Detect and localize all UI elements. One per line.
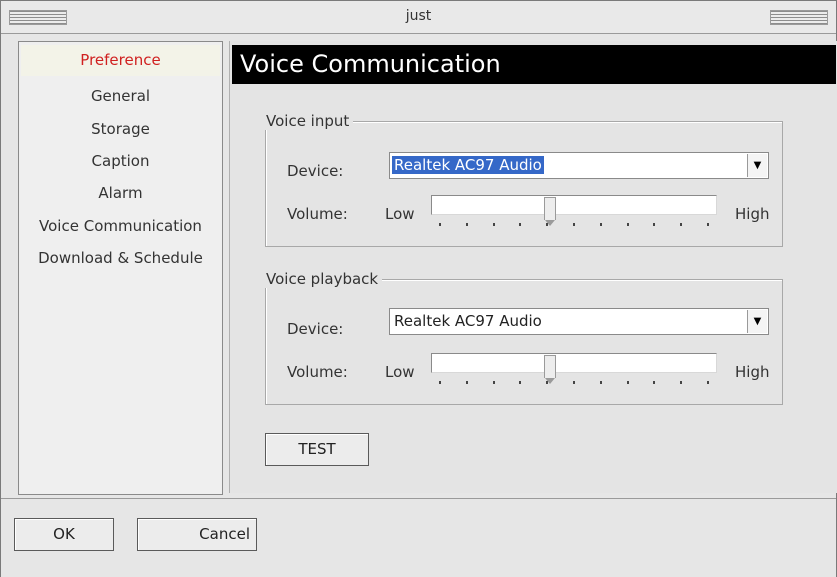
page-title: Voice Communication [232,45,836,84]
slider-thumb[interactable] [543,197,556,226]
slider-tick [519,381,522,384]
cancel-button[interactable]: Cancel [137,518,257,551]
sidebar-item-general[interactable]: General [19,87,222,105]
slider-tick [653,223,656,226]
voice-input-volume-high-label: High [735,205,770,223]
slider-tick [492,223,495,226]
slider-tick [626,381,629,384]
sidebar-item-caption[interactable]: Caption [19,152,222,170]
slider-tick [653,381,656,384]
voice-input-volume-low-label: Low [385,205,415,223]
voice-input-device-select[interactable]: Realtek AC97 Audio ▼ [389,152,769,179]
window-title: just [405,8,432,24]
sidebar-item-voice-communication[interactable]: Voice Communication [19,217,222,235]
voice-input-group: Voice input Device: Realtek AC97 Audio ▼… [265,112,783,247]
voice-input-volume-slider[interactable] [431,195,717,233]
title-bar[interactable]: just [1,1,836,34]
voice-input-device-value: Realtek AC97 Audio [392,156,544,174]
voice-playback-volume-label: Volume: [287,363,348,381]
slider-tick [465,381,468,384]
voice-playback-group: Voice playback Device: Realtek AC97 Audi… [265,270,783,405]
slider-track[interactable] [431,353,717,373]
slider-tick [439,381,441,384]
slider-tick [546,223,549,226]
slider-thumb[interactable] [543,355,556,384]
voice-input-legend: Voice input [265,112,354,130]
slider-tick [599,223,602,226]
slider-tick [680,381,683,384]
voice-playback-volume-low-label: Low [385,363,415,381]
slider-tick [680,223,683,226]
voice-playback-volume-slider[interactable] [431,353,717,391]
chevron-down-icon[interactable]: ▼ [747,154,767,177]
chevron-down-icon[interactable]: ▼ [747,310,767,333]
voice-playback-legend: Voice playback [265,270,383,288]
slider-track[interactable] [431,195,717,215]
sidebar-item-alarm[interactable]: Alarm [19,184,222,202]
slider-tick [519,223,522,226]
slider-tick [707,223,709,226]
window-maximize-grip-icon[interactable] [770,10,828,25]
sidebar-item-download-schedule[interactable]: Download & Schedule [19,249,222,267]
slider-tick [492,381,495,384]
content-panel: Voice Communication Voice input Device: … [229,41,837,493]
slider-tick [465,223,468,226]
voice-playback-device-label: Device: [287,320,344,338]
voice-input-device-label: Device: [287,162,344,180]
slider-tick [573,223,575,226]
slider-tick [573,381,575,384]
ok-button[interactable]: OK [14,518,114,551]
slider-tick [546,381,549,384]
slider-tick [626,223,629,226]
sidebar-item-storage[interactable]: Storage [19,120,222,138]
preference-sidebar: Preference General Storage Caption Alarm… [18,41,223,495]
test-button[interactable]: TEST [265,433,369,466]
voice-input-volume-label: Volume: [287,205,348,223]
slider-tick [599,381,602,384]
voice-playback-device-select[interactable]: Realtek AC97 Audio ▼ [389,308,769,335]
preferences-window: just Preference General Storage Caption … [0,0,837,577]
sidebar-item-preference[interactable]: Preference [21,45,220,76]
voice-playback-volume-high-label: High [735,363,770,381]
slider-tick [707,381,709,384]
slider-tick [439,223,441,226]
dialog-button-bar: OK Cancel [1,498,836,577]
voice-playback-device-value: Realtek AC97 Audio [394,312,542,330]
